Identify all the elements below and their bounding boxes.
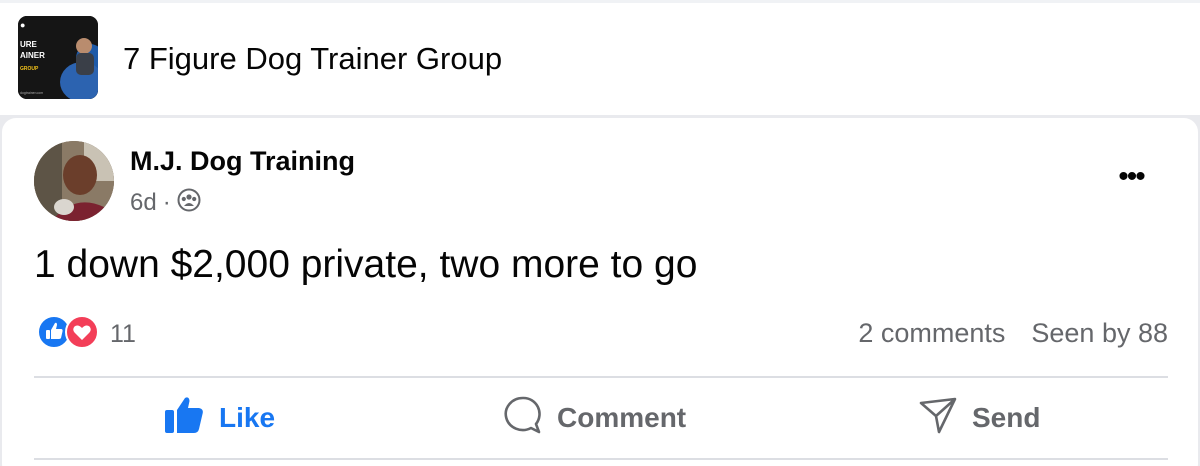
like-button[interactable]: Like — [163, 395, 275, 441]
post-time[interactable]: 6d — [130, 189, 157, 217]
comment-icon — [503, 395, 543, 442]
svg-text:dogtrainer.com: dogtrainer.com — [20, 91, 43, 95]
group-audience-icon — [177, 188, 201, 219]
love-reaction-icon — [64, 314, 100, 355]
reactions-summary[interactable]: 11 — [36, 314, 136, 355]
reaction-count: 11 — [110, 319, 136, 348]
group-header: ● URE AINER GROUP dogtrainer.com 7 Figur… — [0, 0, 1200, 115]
svg-text:URE: URE — [20, 40, 38, 49]
svg-text:AINER: AINER — [20, 51, 45, 60]
group-thumbnail-image: ● URE AINER GROUP dogtrainer.com — [18, 16, 98, 99]
meta-separator: · — [162, 189, 171, 216]
author-name[interactable]: M.J. Dog Training — [130, 146, 355, 177]
seen-by-count[interactable]: Seen by 88 — [1031, 318, 1168, 349]
svg-text:●: ● — [20, 20, 25, 30]
more-options-button[interactable]: ••• — [1108, 160, 1154, 194]
avatar-image — [34, 141, 114, 221]
send-button[interactable]: Send — [918, 395, 1040, 441]
post-meta: 6d · — [130, 188, 201, 218]
svg-text:GROUP: GROUP — [20, 66, 39, 72]
send-label: Send — [972, 402, 1041, 433]
author-avatar[interactable] — [34, 141, 114, 221]
send-icon — [918, 395, 958, 442]
divider-top — [34, 376, 1168, 378]
group-thumbnail[interactable]: ● URE AINER GROUP dogtrainer.com — [18, 16, 98, 99]
comment-button[interactable]: Comment — [503, 395, 686, 441]
like-label: Like — [219, 402, 276, 433]
post-stats: 2 comments Seen by 88 — [858, 318, 1168, 349]
comment-label: Comment — [557, 402, 687, 433]
comments-count[interactable]: 2 comments — [858, 318, 1005, 349]
group-name[interactable]: 7 Figure Dog Trainer Group — [123, 41, 502, 77]
divider-bottom — [34, 458, 1168, 460]
thumbs-up-icon — [163, 395, 205, 442]
post-text: 1 down $2,000 private, two more to go — [34, 243, 698, 286]
